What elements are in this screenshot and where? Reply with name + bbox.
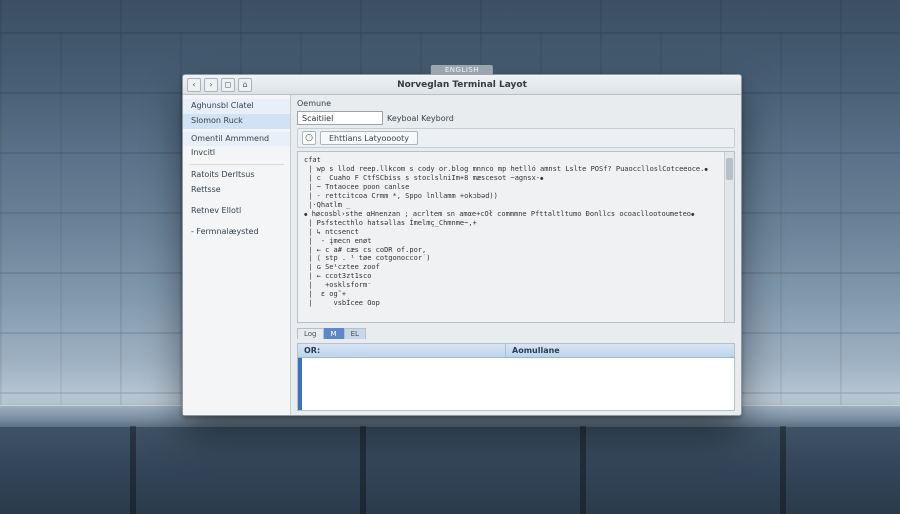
chevron-right-icon: ›: [209, 80, 212, 89]
sidebar-item[interactable]: Retnev Ellotl: [183, 204, 290, 219]
search-icon: ○: [305, 133, 313, 143]
browse-button[interactable]: ◻: [221, 78, 235, 92]
tab-m[interactable]: M: [324, 328, 344, 339]
main-pane: Oemune Scaitiiel Keyboal Keybord ○ Ehtti…: [291, 95, 741, 415]
sidebar-item[interactable]: Rettsse: [183, 183, 290, 198]
titlebar: ‹ › ◻ ⌂ Norveglan Terminal Layot: [183, 75, 741, 95]
scrollbar-thumb[interactable]: [726, 158, 733, 180]
bottom-tabstrip: Log M EL: [297, 326, 735, 340]
sidebar-item[interactable]: Invcitl: [183, 146, 290, 161]
table-empty-area[interactable]: [302, 358, 734, 410]
sidebar-item[interactable]: Aghunsbl Clatel: [183, 99, 290, 114]
window-tab: ENGLISH: [431, 65, 493, 75]
code-content: cfat | wp s llod reep.llkcom s cody or.b…: [298, 152, 734, 312]
table-header: OR: Aomullane: [298, 344, 734, 358]
window-body: Aghunsbl Clatel Slomon Ruck Omentil Ammm…: [183, 95, 741, 415]
sidebar-item[interactable]: Ratoits Derltsus: [183, 168, 290, 183]
sidebar-item[interactable]: - Fermnalæysted: [183, 225, 290, 240]
home-button[interactable]: ⌂: [238, 78, 252, 92]
wall-split: [360, 426, 366, 514]
app-window: ENGLISH ‹ › ◻ ⌂ Norveglan Terminal Layot…: [182, 74, 742, 416]
col-ok[interactable]: OR:: [298, 344, 506, 357]
name-label: Oemune: [297, 99, 331, 108]
layout-button[interactable]: Ehttians Latyooooty: [320, 131, 418, 145]
sidebar: Aghunsbl Clatel Slomon Ruck Omentil Ammm…: [183, 95, 291, 415]
nav-forward-button[interactable]: ›: [204, 78, 218, 92]
code-editor[interactable]: cfat | wp s llod reep.llkcom s cody or.b…: [297, 151, 735, 323]
table-body: [298, 358, 734, 410]
content-toolbar: ○ Ehttians Latyooooty: [297, 128, 735, 148]
home-icon: ⌂: [242, 80, 247, 89]
nav-back-button[interactable]: ‹: [187, 78, 201, 92]
name-row: Oemune: [297, 99, 735, 108]
window-title: Norveglan Terminal Layot: [397, 80, 527, 90]
titlebar-controls: ‹ › ◻ ⌂: [187, 75, 252, 94]
sidebar-item[interactable]: Slomon Ruck: [183, 114, 290, 129]
chevron-left-icon: ‹: [192, 80, 195, 89]
tab-log[interactable]: Log: [297, 328, 324, 339]
bottom-table: OR: Aomullane: [297, 343, 735, 411]
wall-split: [580, 426, 586, 514]
name-input-row: Scaitiiel Keyboal Keybord: [297, 111, 735, 125]
search-button[interactable]: ○: [302, 131, 316, 145]
wall-split: [780, 426, 786, 514]
name-input[interactable]: Scaitiiel: [297, 111, 383, 125]
col-aomullane[interactable]: Aomullane: [506, 344, 734, 357]
tab-e[interactable]: EL: [344, 328, 366, 339]
wall-split: [130, 426, 136, 514]
name-trail: Keyboal Keybord: [387, 114, 454, 123]
editor-scrollbar[interactable]: [724, 152, 734, 322]
file-icon: ◻: [225, 80, 232, 89]
sidebar-item[interactable]: Omentil Ammmend: [183, 132, 290, 147]
scene-root: ENGLISH ‹ › ◻ ⌂ Norveglan Terminal Layot…: [0, 0, 900, 514]
